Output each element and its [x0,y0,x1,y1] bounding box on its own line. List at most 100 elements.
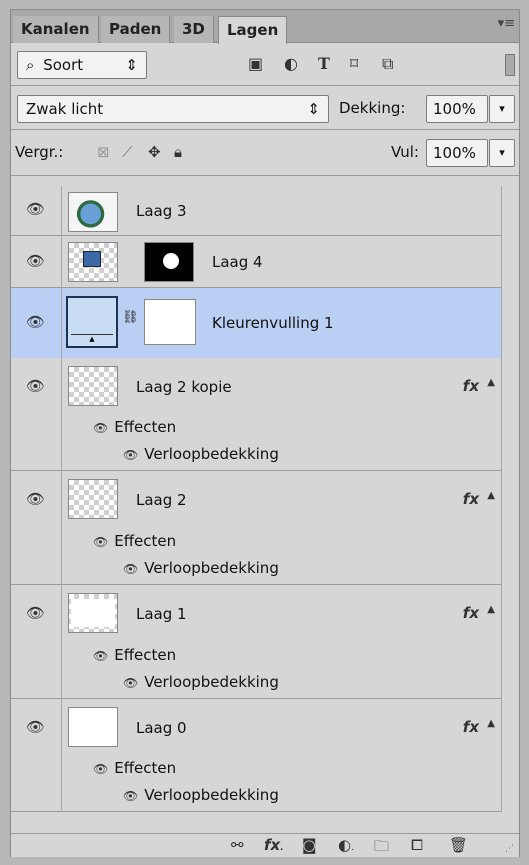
image-filter-icon[interactable]: ▣ [248,50,263,78]
layer-mask-thumbnail[interactable] [144,299,196,345]
expand-effects-arrow-icon[interactable]: ▲ [487,490,495,501]
type-filter-icon[interactable]: T [318,50,330,78]
effects-row[interactable]: 👁︎ Effecten [93,528,176,555]
layer-row-laag-0[interactable]: 👁︎ Laag 0 fx ▲ 👁︎ Effecten 👁︎ Verloopbedek… [11,699,501,812]
visibility-toggle[interactable]: 👁︎ [11,699,62,812]
eye-icon[interactable]: 👁︎ [93,762,108,776]
new-layer-icon[interactable]: ⧠ [411,836,423,854]
eye-icon: 👁︎ [26,313,46,331]
layers-list[interactable]: 👁︎ Laag 3 👁︎ Laag 4 👁︎ ▲ ⛓︎ Kleurenvulli… [11,186,519,812]
panel-menu-icon[interactable]: ▾≡ [498,16,515,31]
effects-row[interactable]: 👁︎ Effecten [93,642,176,669]
layers-panel: Kanalen Paden 3D Lagen ▾≡ ⌕ Soort ⇕ ▣ ◐ … [10,9,520,857]
search-icon: ⌕ [26,56,35,74]
add-mask-icon[interactable]: ◙ [302,836,317,854]
layer-name[interactable]: Laag 1 [136,585,187,643]
layer-row-laag-2[interactable]: 👁︎ Laag 2 fx ▲ 👁︎ Effecten 👁︎ Verloopbedek… [11,471,501,585]
new-group-folder-icon[interactable]: 🗀︎ [374,836,389,861]
layer-row-kleurenvulling-1[interactable]: 👁︎ ▲ ⛓︎ Kleurenvulling 1 [11,288,501,358]
effects-label: Effecten [114,418,177,436]
effects-label: Effecten [114,532,177,550]
filter-kind-select[interactable]: ⌕ Soort ⇕ [17,51,147,79]
lock-position-move-icon[interactable]: ✥ [148,138,161,166]
layer-thumbnail [68,707,118,747]
expand-effects-arrow-icon[interactable]: ▲ [487,377,495,388]
visibility-toggle[interactable]: 👁︎ [11,288,62,358]
eye-icon[interactable]: 👁︎ [93,649,108,663]
layer-name[interactable]: Kleurenvulling 1 [212,288,334,358]
effects-row[interactable]: 👁︎ Effecten [93,414,176,441]
eye-icon[interactable]: 👁︎ [123,789,138,803]
effects-label: Effecten [114,646,177,664]
layer-row-laag-4[interactable]: 👁︎ Laag 4 [11,236,501,288]
filter-toggle[interactable] [505,54,515,76]
eye-icon: 👁︎ [26,718,46,736]
effects-row[interactable]: 👁︎ Effecten [93,755,176,782]
eye-icon[interactable]: 👁︎ [123,448,138,462]
fx-icon[interactable]: fx [463,718,479,736]
visibility-toggle[interactable]: 👁︎ [11,236,62,288]
eye-icon: 👁︎ [26,490,46,508]
effect-name: Verloopbedekking [144,445,279,463]
effect-row[interactable]: 👁︎ Verloopbedekking [123,555,279,582]
fx-icon[interactable]: fx [463,490,479,508]
layer-name[interactable]: Laag 4 [212,236,263,288]
eye-icon: 👁︎ [26,200,46,218]
divider [11,85,519,86]
eye-icon: 👁︎ [26,377,46,395]
expand-effects-arrow-icon[interactable]: ▲ [487,718,495,729]
layers-footer-toolbar: ⚯ fx. ◙ ◐. 🗀︎ ⧠ 🗑︎ ⋰ [11,833,519,857]
expand-effects-arrow-icon[interactable]: ▲ [487,604,495,615]
blend-mode-select[interactable]: Zwak licht ⇕ [17,95,329,123]
select-arrows-icon: ⇕ [125,56,138,74]
new-adjustment-layer-icon[interactable]: ◐. [338,836,354,854]
tab-kanalen[interactable]: Kanalen [13,16,99,43]
lock-image-brush-icon[interactable]: ⟋ [122,138,133,166]
lock-all-icon[interactable]: 🔒︎ [174,138,182,166]
tab-paden[interactable]: Paden [101,16,171,43]
shape-filter-icon[interactable]: ⌑ [350,50,358,78]
tab-lagen[interactable]: Lagen [218,16,288,44]
layer-mask-thumbnail[interactable] [144,242,194,282]
fx-icon[interactable]: fx [463,604,479,622]
eye-icon: 👁︎ [26,604,46,622]
opacity-dropdown-button[interactable]: ▾ [489,95,515,123]
layers-scrollbar[interactable] [501,186,519,812]
visibility-toggle[interactable]: 👁︎ [11,358,62,471]
adjustment-filter-icon[interactable]: ◐ [284,50,298,78]
resize-grip-icon[interactable]: ⋰ [505,844,514,854]
lock-row: Vergr.: ⊠ ⟋ ✥ 🔒︎ Vul: 100% ▾ [11,138,519,168]
divider [11,129,519,130]
select-arrows-icon: ⇕ [307,100,320,118]
blend-mode-value: Zwak licht [26,100,104,118]
tab-3d[interactable]: 3D [174,16,214,43]
layer-row-laag-3[interactable]: 👁︎ Laag 3 [11,186,501,236]
link-layers-icon[interactable]: ⚯ [231,836,244,854]
eye-icon[interactable]: 👁︎ [93,535,108,549]
lock-transparency-icon[interactable]: ⊠ [97,138,110,166]
eye-icon[interactable]: 👁︎ [93,421,108,435]
visibility-toggle[interactable]: 👁︎ [11,585,62,699]
layer-row-laag-2-kopie[interactable]: 👁︎ Laag 2 kopie fx ▲ 👁︎ Effecten 👁︎ Verloo… [11,358,501,471]
effect-row[interactable]: 👁︎ Verloopbedekking [123,441,279,468]
effect-row[interactable]: 👁︎ Verloopbedekking [123,782,279,809]
layer-name[interactable]: Laag 3 [136,186,187,236]
smart-object-filter-icon[interactable]: ⧉ [382,50,393,78]
layer-name[interactable]: Laag 0 [136,699,187,757]
visibility-toggle[interactable]: 👁︎ [11,471,62,585]
delete-layer-trash-icon[interactable]: 🗑︎ [449,836,468,854]
eye-icon[interactable]: 👁︎ [123,562,138,576]
layer-row-laag-1[interactable]: 👁︎ Laag 1 fx ▲ 👁︎ Effecten 👁︎ Verloopbedek… [11,585,501,699]
fx-icon[interactable]: fx [463,377,479,395]
layer-name[interactable]: Laag 2 [136,471,187,529]
link-chain-icon[interactable]: ⛓︎ [122,310,139,325]
fill-dropdown-button[interactable]: ▾ [489,139,515,167]
eye-icon[interactable]: 👁︎ [123,676,138,690]
fill-input[interactable]: 100% [426,139,488,167]
visibility-toggle[interactable]: 👁︎ [11,186,62,236]
effect-name: Verloopbedekking [144,786,279,804]
add-layer-style-icon[interactable]: fx. [264,836,284,854]
opacity-input[interactable]: 100% [426,95,488,123]
effect-row[interactable]: 👁︎ Verloopbedekking [123,669,279,696]
layer-name[interactable]: Laag 2 kopie [136,358,232,416]
